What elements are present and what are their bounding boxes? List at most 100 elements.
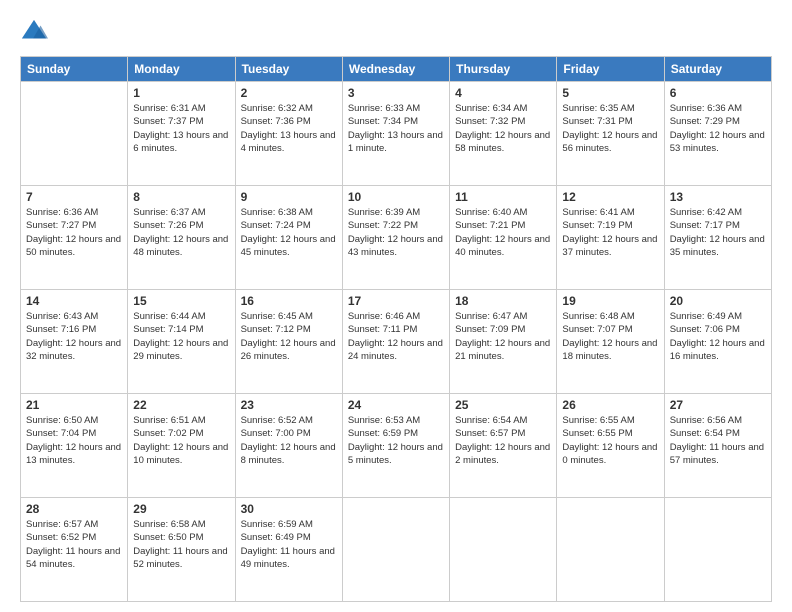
header (20, 18, 772, 46)
calendar-cell: 7 Sunrise: 6:36 AM Sunset: 7:27 PM Dayli… (21, 186, 128, 290)
day-number: 20 (670, 294, 766, 308)
calendar-cell (21, 82, 128, 186)
calendar-header: SundayMondayTuesdayWednesdayThursdayFrid… (21, 57, 772, 82)
calendar-cell: 27 Sunrise: 6:56 AM Sunset: 6:54 PM Dayl… (664, 394, 771, 498)
day-number: 30 (241, 502, 337, 516)
weekday-header-thursday: Thursday (450, 57, 557, 82)
calendar-cell (342, 498, 449, 602)
calendar-week-row: 21 Sunrise: 6:50 AM Sunset: 7:04 PM Dayl… (21, 394, 772, 498)
calendar-cell: 10 Sunrise: 6:39 AM Sunset: 7:22 PM Dayl… (342, 186, 449, 290)
day-number: 23 (241, 398, 337, 412)
logo-icon (20, 18, 48, 46)
calendar-cell (664, 498, 771, 602)
day-info: Sunrise: 6:37 AM Sunset: 7:26 PM Dayligh… (133, 206, 229, 259)
calendar-cell: 8 Sunrise: 6:37 AM Sunset: 7:26 PM Dayli… (128, 186, 235, 290)
calendar-cell: 14 Sunrise: 6:43 AM Sunset: 7:16 PM Dayl… (21, 290, 128, 394)
day-number: 13 (670, 190, 766, 204)
day-info: Sunrise: 6:52 AM Sunset: 7:00 PM Dayligh… (241, 414, 337, 467)
weekday-header-friday: Friday (557, 57, 664, 82)
calendar-cell: 20 Sunrise: 6:49 AM Sunset: 7:06 PM Dayl… (664, 290, 771, 394)
day-info: Sunrise: 6:48 AM Sunset: 7:07 PM Dayligh… (562, 310, 658, 363)
day-number: 14 (26, 294, 122, 308)
day-number: 18 (455, 294, 551, 308)
calendar-cell: 1 Sunrise: 6:31 AM Sunset: 7:37 PM Dayli… (128, 82, 235, 186)
page: SundayMondayTuesdayWednesdayThursdayFrid… (0, 0, 792, 612)
day-info: Sunrise: 6:53 AM Sunset: 6:59 PM Dayligh… (348, 414, 444, 467)
day-info: Sunrise: 6:31 AM Sunset: 7:37 PM Dayligh… (133, 102, 229, 155)
day-info: Sunrise: 6:54 AM Sunset: 6:57 PM Dayligh… (455, 414, 551, 467)
calendar-week-row: 1 Sunrise: 6:31 AM Sunset: 7:37 PM Dayli… (21, 82, 772, 186)
day-number: 24 (348, 398, 444, 412)
calendar-cell: 19 Sunrise: 6:48 AM Sunset: 7:07 PM Dayl… (557, 290, 664, 394)
day-info: Sunrise: 6:49 AM Sunset: 7:06 PM Dayligh… (670, 310, 766, 363)
day-number: 22 (133, 398, 229, 412)
day-number: 9 (241, 190, 337, 204)
calendar-cell: 23 Sunrise: 6:52 AM Sunset: 7:00 PM Dayl… (235, 394, 342, 498)
calendar-week-row: 28 Sunrise: 6:57 AM Sunset: 6:52 PM Dayl… (21, 498, 772, 602)
calendar-cell: 6 Sunrise: 6:36 AM Sunset: 7:29 PM Dayli… (664, 82, 771, 186)
day-info: Sunrise: 6:36 AM Sunset: 7:27 PM Dayligh… (26, 206, 122, 259)
calendar-cell: 16 Sunrise: 6:45 AM Sunset: 7:12 PM Dayl… (235, 290, 342, 394)
day-info: Sunrise: 6:56 AM Sunset: 6:54 PM Dayligh… (670, 414, 766, 467)
weekday-header-monday: Monday (128, 57, 235, 82)
calendar-cell: 25 Sunrise: 6:54 AM Sunset: 6:57 PM Dayl… (450, 394, 557, 498)
day-info: Sunrise: 6:38 AM Sunset: 7:24 PM Dayligh… (241, 206, 337, 259)
calendar-body: 1 Sunrise: 6:31 AM Sunset: 7:37 PM Dayli… (21, 82, 772, 602)
day-info: Sunrise: 6:51 AM Sunset: 7:02 PM Dayligh… (133, 414, 229, 467)
day-number: 21 (26, 398, 122, 412)
day-number: 2 (241, 86, 337, 100)
day-number: 15 (133, 294, 229, 308)
day-info: Sunrise: 6:44 AM Sunset: 7:14 PM Dayligh… (133, 310, 229, 363)
day-number: 6 (670, 86, 766, 100)
day-info: Sunrise: 6:43 AM Sunset: 7:16 PM Dayligh… (26, 310, 122, 363)
calendar-cell: 12 Sunrise: 6:41 AM Sunset: 7:19 PM Dayl… (557, 186, 664, 290)
calendar-cell: 28 Sunrise: 6:57 AM Sunset: 6:52 PM Dayl… (21, 498, 128, 602)
calendar-cell: 4 Sunrise: 6:34 AM Sunset: 7:32 PM Dayli… (450, 82, 557, 186)
day-info: Sunrise: 6:41 AM Sunset: 7:19 PM Dayligh… (562, 206, 658, 259)
day-info: Sunrise: 6:35 AM Sunset: 7:31 PM Dayligh… (562, 102, 658, 155)
day-info: Sunrise: 6:36 AM Sunset: 7:29 PM Dayligh… (670, 102, 766, 155)
day-number: 28 (26, 502, 122, 516)
calendar-cell: 21 Sunrise: 6:50 AM Sunset: 7:04 PM Dayl… (21, 394, 128, 498)
calendar-cell: 5 Sunrise: 6:35 AM Sunset: 7:31 PM Dayli… (557, 82, 664, 186)
logo (20, 18, 52, 46)
day-info: Sunrise: 6:39 AM Sunset: 7:22 PM Dayligh… (348, 206, 444, 259)
calendar-cell: 17 Sunrise: 6:46 AM Sunset: 7:11 PM Dayl… (342, 290, 449, 394)
day-number: 8 (133, 190, 229, 204)
calendar-week-row: 7 Sunrise: 6:36 AM Sunset: 7:27 PM Dayli… (21, 186, 772, 290)
calendar-cell: 29 Sunrise: 6:58 AM Sunset: 6:50 PM Dayl… (128, 498, 235, 602)
calendar-cell: 30 Sunrise: 6:59 AM Sunset: 6:49 PM Dayl… (235, 498, 342, 602)
day-info: Sunrise: 6:45 AM Sunset: 7:12 PM Dayligh… (241, 310, 337, 363)
day-info: Sunrise: 6:32 AM Sunset: 7:36 PM Dayligh… (241, 102, 337, 155)
day-number: 7 (26, 190, 122, 204)
day-info: Sunrise: 6:34 AM Sunset: 7:32 PM Dayligh… (455, 102, 551, 155)
weekday-header-wednesday: Wednesday (342, 57, 449, 82)
day-number: 17 (348, 294, 444, 308)
day-info: Sunrise: 6:40 AM Sunset: 7:21 PM Dayligh… (455, 206, 551, 259)
day-number: 25 (455, 398, 551, 412)
calendar-cell: 24 Sunrise: 6:53 AM Sunset: 6:59 PM Dayl… (342, 394, 449, 498)
calendar-week-row: 14 Sunrise: 6:43 AM Sunset: 7:16 PM Dayl… (21, 290, 772, 394)
calendar-cell: 13 Sunrise: 6:42 AM Sunset: 7:17 PM Dayl… (664, 186, 771, 290)
day-info: Sunrise: 6:47 AM Sunset: 7:09 PM Dayligh… (455, 310, 551, 363)
day-info: Sunrise: 6:46 AM Sunset: 7:11 PM Dayligh… (348, 310, 444, 363)
calendar-cell (450, 498, 557, 602)
day-number: 3 (348, 86, 444, 100)
day-number: 16 (241, 294, 337, 308)
day-number: 4 (455, 86, 551, 100)
day-number: 27 (670, 398, 766, 412)
day-number: 12 (562, 190, 658, 204)
day-number: 19 (562, 294, 658, 308)
day-info: Sunrise: 6:57 AM Sunset: 6:52 PM Dayligh… (26, 518, 122, 571)
day-number: 26 (562, 398, 658, 412)
calendar-cell: 9 Sunrise: 6:38 AM Sunset: 7:24 PM Dayli… (235, 186, 342, 290)
weekday-header-tuesday: Tuesday (235, 57, 342, 82)
day-info: Sunrise: 6:55 AM Sunset: 6:55 PM Dayligh… (562, 414, 658, 467)
weekday-header-row: SundayMondayTuesdayWednesdayThursdayFrid… (21, 57, 772, 82)
day-info: Sunrise: 6:33 AM Sunset: 7:34 PM Dayligh… (348, 102, 444, 155)
day-info: Sunrise: 6:42 AM Sunset: 7:17 PM Dayligh… (670, 206, 766, 259)
weekday-header-sunday: Sunday (21, 57, 128, 82)
calendar-cell: 26 Sunrise: 6:55 AM Sunset: 6:55 PM Dayl… (557, 394, 664, 498)
calendar-cell: 15 Sunrise: 6:44 AM Sunset: 7:14 PM Dayl… (128, 290, 235, 394)
calendar-cell: 11 Sunrise: 6:40 AM Sunset: 7:21 PM Dayl… (450, 186, 557, 290)
